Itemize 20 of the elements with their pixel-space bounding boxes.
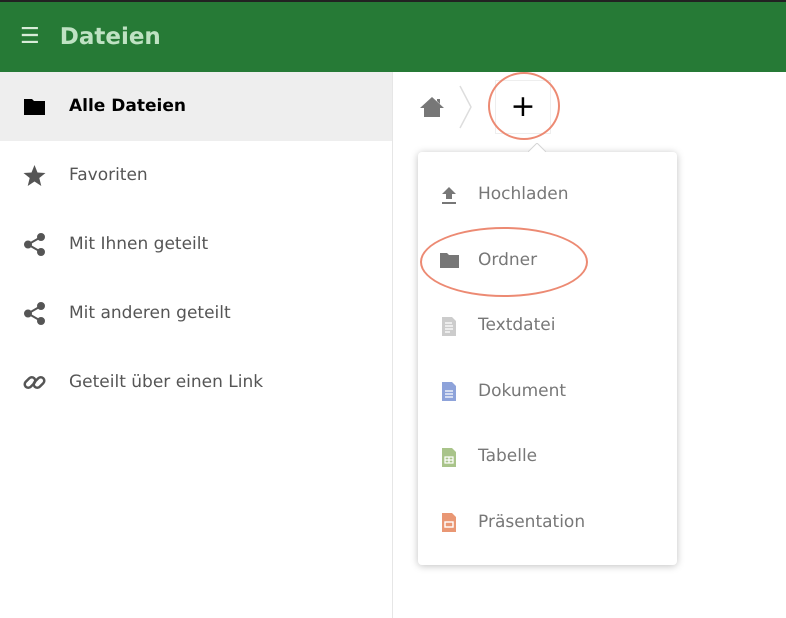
sidebar-item[interactable]: Geteilt über einen Link (0, 348, 392, 417)
share-icon (22, 232, 47, 257)
menu-item[interactable]: Präsentation (418, 490, 677, 555)
app-title: Dateien (60, 22, 161, 52)
menu-item[interactable]: Tabelle (418, 424, 677, 490)
star-icon (22, 163, 47, 188)
sidebar-item[interactable]: Mit anderen geteilt (0, 279, 392, 348)
sidebar-item[interactable]: Favoriten (0, 141, 392, 210)
home-icon[interactable] (419, 96, 445, 118)
share-icon (22, 301, 47, 326)
new-button[interactable]: + (495, 80, 551, 134)
menu-button[interactable]: ☰ (20, 26, 40, 48)
menu-item[interactable]: Textdatei (418, 293, 677, 358)
menu-item[interactable]: Ordner (418, 228, 677, 293)
sidebar-item[interactable]: Mit Ihnen geteilt (0, 210, 392, 279)
menu-pointer (528, 143, 546, 152)
sidebar-item[interactable]: Alle Dateien (0, 72, 392, 141)
breadcrumb-separator-icon (459, 85, 473, 129)
menu-item[interactable]: Hochladen (418, 162, 677, 228)
menu-item[interactable]: Dokument (418, 358, 677, 424)
